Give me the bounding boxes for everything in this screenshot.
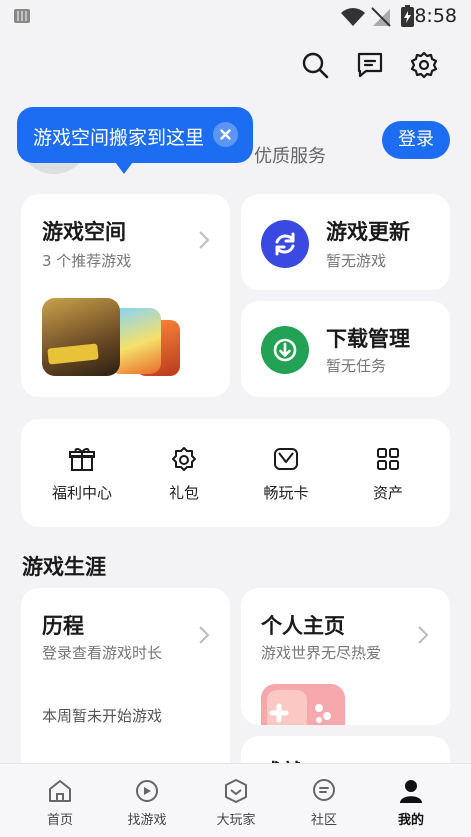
homepage-card[interactable]: 个人主页 游戏世界无尽热爱	[241, 588, 450, 725]
nav-label: 我的	[397, 813, 424, 828]
game-cover-logo	[47, 343, 99, 365]
nav-label: 社区	[310, 813, 337, 828]
status-bar: 8:58	[0, 0, 471, 34]
search-icon[interactable]	[300, 50, 330, 80]
tooltip-close-button[interactable]	[213, 122, 238, 147]
tooltip: 游戏空间搬家到这里	[17, 107, 253, 163]
game-update-card[interactable]: 游戏更新 暂无游戏	[241, 194, 450, 290]
bottom-nav: 首页 找游戏 大玩家 社区 我的	[0, 763, 471, 837]
download-manager-card[interactable]: 下载管理 暂无任务	[241, 301, 450, 397]
homepage-subtitle: 游戏世界无尽热爱	[261, 644, 382, 662]
tool-gift-pack[interactable]: 礼包	[137, 445, 231, 505]
gamepad-illustration-icon	[261, 684, 345, 725]
nav-big-player[interactable]: 大玩家	[196, 778, 276, 830]
me-icon	[400, 780, 422, 803]
game-space-title: 游戏空间	[42, 220, 126, 244]
nav-home[interactable]: 首页	[20, 778, 100, 830]
battery-charging-icon	[401, 5, 414, 27]
grid-icon	[377, 448, 399, 470]
tool-assets[interactable]: 资产	[341, 445, 435, 505]
update-icon	[261, 220, 309, 268]
chevron-right-icon	[418, 626, 429, 644]
download-manager-title: 下载管理	[326, 327, 410, 351]
player-icon	[225, 779, 247, 803]
chevron-right-icon	[199, 626, 210, 644]
homepage-title: 个人主页	[261, 614, 345, 638]
play-card-icon	[274, 448, 298, 470]
history-card[interactable]: 历程 登录查看游戏时长 本周暂未开始游戏	[21, 588, 230, 788]
chevron-right-icon	[199, 231, 210, 249]
game-update-title: 游戏更新	[326, 220, 410, 244]
profile-subtitle: 优质服务	[254, 146, 326, 167]
nav-label: 首页	[46, 813, 73, 828]
settings-gear-icon[interactable]	[409, 50, 439, 80]
game-cover-1	[42, 298, 120, 376]
gift-icon	[69, 448, 95, 471]
game-update-subtitle: 暂无游戏	[326, 252, 387, 270]
nav-label: 大玩家	[216, 813, 256, 828]
tools-card: 福利中心 礼包 畅玩卡 资产	[21, 419, 450, 527]
tool-label: 畅玩卡	[263, 484, 309, 502]
nav-me[interactable]: 我的	[371, 778, 451, 830]
nav-find-game[interactable]: 找游戏	[107, 778, 187, 830]
tool-play-card[interactable]: 畅玩卡	[239, 445, 333, 505]
career-section-title: 游戏生涯	[22, 555, 106, 579]
home-icon	[49, 780, 71, 802]
history-note: 本周暂未开始游戏	[42, 707, 163, 725]
history-subtitle: 登录查看游戏时长	[42, 644, 163, 662]
tooltip-arrow	[115, 162, 133, 174]
tool-label: 福利中心	[51, 484, 112, 502]
close-icon	[220, 129, 231, 140]
wifi-icon	[341, 8, 365, 26]
history-title: 历程	[42, 614, 84, 638]
login-button[interactable]: 登录	[382, 121, 450, 159]
status-time: 8:58	[414, 5, 457, 27]
message-icon[interactable]	[355, 50, 385, 80]
nav-community[interactable]: 社区	[284, 778, 364, 830]
tool-label: 资产	[372, 484, 403, 502]
community-icon	[313, 779, 335, 801]
game-space-subtitle: 3 个推荐游戏	[42, 252, 132, 270]
tool-label: 礼包	[168, 484, 199, 502]
nav-label: 找游戏	[127, 813, 167, 828]
find-game-icon	[136, 780, 158, 802]
tooltip-text: 游戏空间搬家到这里	[33, 127, 205, 149]
download-manager-subtitle: 暂无任务	[326, 357, 387, 375]
no-signal-icon	[371, 7, 391, 27]
download-icon	[261, 326, 309, 374]
gift-pack-icon	[172, 447, 196, 471]
game-space-card[interactable]: 游戏空间 3 个推荐游戏	[21, 194, 230, 397]
tool-welfare-center[interactable]: 福利中心	[35, 445, 129, 505]
sim-card-icon	[14, 9, 30, 23]
